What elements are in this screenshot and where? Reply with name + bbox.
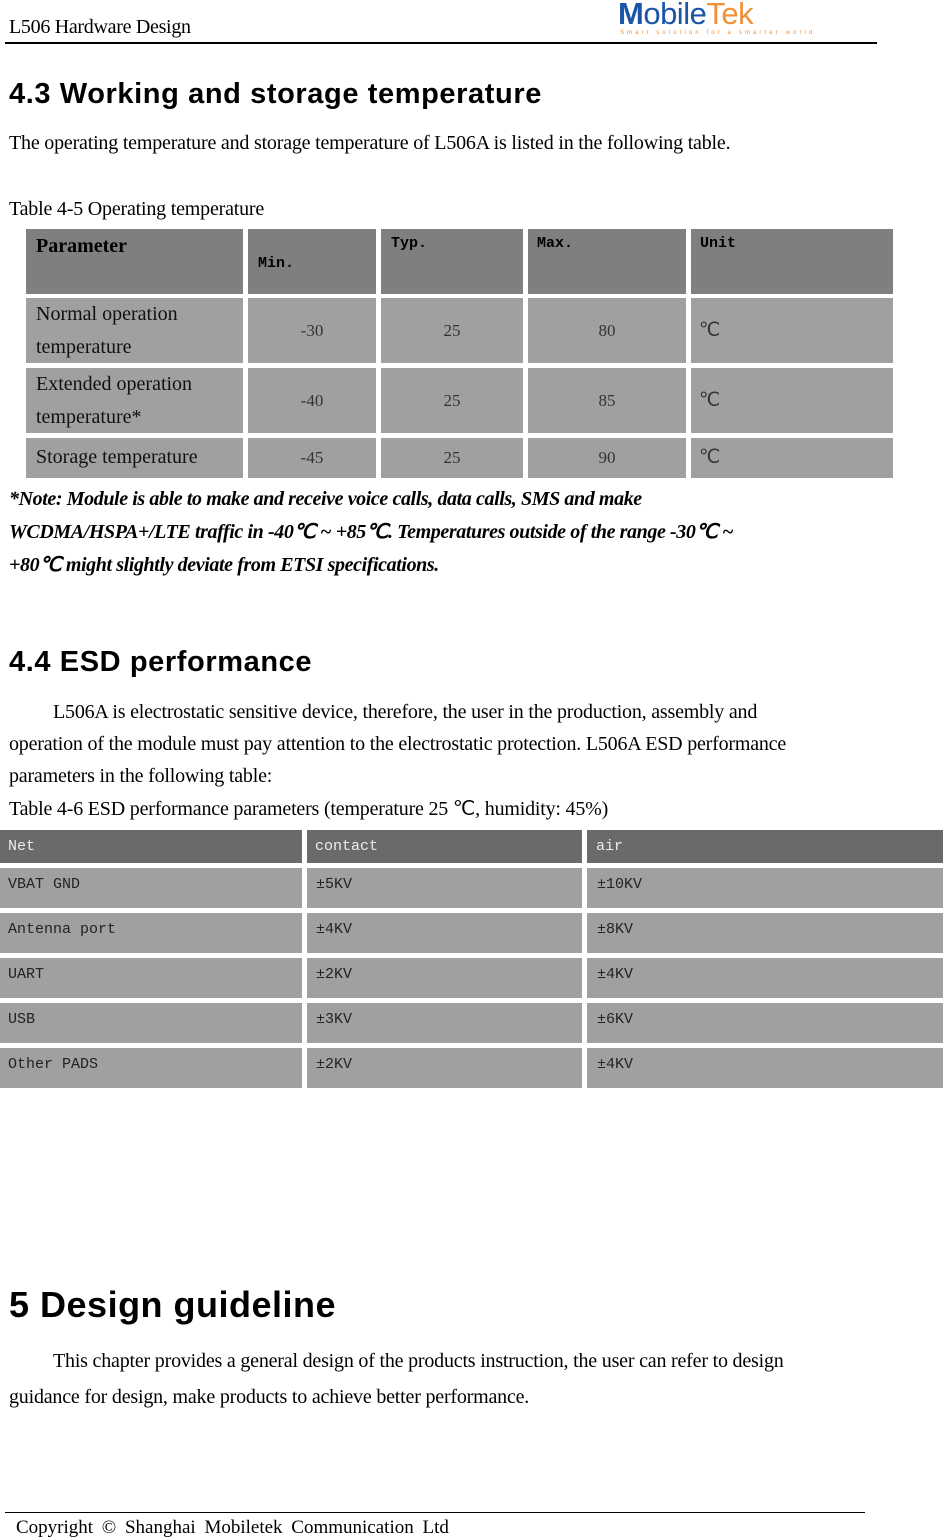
temperature-note-line-1: *Note: Module is able to make and receiv… (9, 488, 642, 510)
table-row: Storage temperature (26, 438, 243, 478)
min-value: -30 (248, 298, 376, 363)
chapter-5-para-line-1: This chapter provides a general design o… (53, 1350, 784, 1372)
table-header-cell: Unit (691, 229, 893, 294)
header-contact: contact (315, 838, 379, 855)
param-line2: temperature* (36, 406, 142, 428)
typ-value: 25 (381, 368, 523, 433)
param-line1: Storage temperature (36, 446, 198, 468)
logo-m-wave-icon: M (618, 0, 644, 31)
contact-cell: ±5KV (307, 868, 582, 908)
logo-tagline: Smart solution for a smarter world (620, 30, 816, 36)
table-4-5-caption: Table 4-5 Operating temperature (9, 198, 265, 220)
header-unit: Unit (700, 235, 737, 252)
chapter-5-para-line-2: guidance for design, make products to ac… (9, 1386, 530, 1408)
table-header-cell: Min. (248, 229, 376, 294)
unit-cell: ℃ (691, 368, 893, 433)
unit-value: ℃ (699, 447, 721, 468)
table-row: Extended operation temperature* (26, 368, 243, 433)
param-line2: temperature (36, 336, 132, 358)
net-name: VBAT GND (8, 876, 81, 893)
min-value: -45 (248, 438, 376, 478)
contact-cell: ±3KV (307, 1003, 582, 1043)
contact-value: ±2KV (316, 966, 353, 983)
table-header-cell: contact (307, 830, 582, 863)
net-name: Antenna port (8, 921, 117, 938)
document-title: L506 Hardware Design (9, 16, 191, 38)
unit-cell: ℃ (691, 438, 893, 478)
section-4-4-para-line-1: L506A is electrostatic sensitive device,… (53, 701, 758, 723)
contact-value: ±5KV (316, 876, 353, 893)
section-4-4-heading: 4.4 ESD performance (9, 646, 313, 678)
typ-value: 25 (381, 438, 523, 478)
air-value: ±4KV (597, 966, 634, 983)
table-header-cell: Net (0, 830, 302, 863)
air-cell: ±4KV (587, 1048, 943, 1088)
table-row: USB (0, 1003, 302, 1043)
air-cell: ±6KV (587, 1003, 943, 1043)
max-value: 85 (528, 368, 686, 433)
table-header-cell: Parameter (26, 229, 243, 294)
header-net: Net (8, 838, 36, 855)
table-row: Normal operation temperature (26, 298, 243, 363)
net-name: UART (8, 966, 45, 983)
typ-value: 25 (381, 298, 523, 363)
contact-cell: ±4KV (307, 913, 582, 953)
unit-value: ℃ (699, 390, 721, 411)
unit-cell: ℃ (691, 298, 893, 363)
header-divider (5, 42, 877, 44)
unit-value: ℃ (699, 320, 721, 341)
table-row: VBAT GND (0, 868, 302, 908)
table-header-cell: Max. (528, 229, 686, 294)
air-value: ±4KV (597, 1056, 634, 1073)
table-row: Other PADS (0, 1048, 302, 1088)
header-max: Max. (537, 235, 574, 252)
table-header-cell: Typ. (381, 229, 523, 294)
temperature-note-line-3: +80℃ might slightly deviate from ETSI sp… (9, 554, 439, 576)
contact-value: ±4KV (316, 921, 353, 938)
mobiletek-logo: MobileTek Smart solution for a smarter w… (618, 0, 828, 40)
header-typ: Typ. (391, 235, 428, 252)
section-4-4-para-line-2: operation of the module must pay attenti… (9, 733, 787, 755)
section-4-3-intro: The operating temperature and storage te… (9, 132, 731, 154)
header-air: air (596, 838, 624, 855)
section-4-4-para-line-3: parameters in the following table: (9, 765, 273, 787)
air-value: ±6KV (597, 1011, 634, 1028)
net-name: USB (8, 1011, 36, 1028)
param-line1: Normal operation (36, 303, 178, 325)
table-row: UART (0, 958, 302, 998)
logo-wordmark: MobileTek (618, 0, 754, 32)
copyright-footer: Copyright © Shanghai Mobiletek Communica… (16, 1517, 449, 1538)
footer-divider (5, 1512, 865, 1513)
contact-cell: ±2KV (307, 958, 582, 998)
table-row: Antenna port (0, 913, 302, 953)
net-name: Other PADS (8, 1056, 99, 1073)
max-value: 80 (528, 298, 686, 363)
header-parameter: Parameter (36, 235, 128, 257)
air-cell: ±8KV (587, 913, 943, 953)
min-value: -40 (248, 368, 376, 433)
contact-cell: ±2KV (307, 1048, 582, 1088)
contact-value: ±3KV (316, 1011, 353, 1028)
air-value: ±10KV (597, 876, 643, 893)
table-4-6-caption: Table 4-6 ESD performance parameters (te… (9, 798, 609, 820)
section-4-3-heading: 4.3 Working and storage temperature (9, 78, 542, 110)
chapter-5-heading: 5 Design guideline (9, 1284, 337, 1325)
param-line1: Extended operation (36, 373, 193, 395)
logo-tek: Tek (706, 0, 754, 31)
logo-obile: obile (643, 0, 707, 31)
air-cell: ±10KV (587, 868, 943, 908)
header-min: Min. (258, 255, 295, 272)
temperature-note-line-2: WCDMA/HSPA+/LTE traffic in -40℃ ~ +85℃. … (9, 521, 734, 543)
max-value: 90 (528, 438, 686, 478)
air-cell: ±4KV (587, 958, 943, 998)
contact-value: ±2KV (316, 1056, 353, 1073)
table-header-cell: air (587, 830, 943, 863)
air-value: ±8KV (597, 921, 634, 938)
